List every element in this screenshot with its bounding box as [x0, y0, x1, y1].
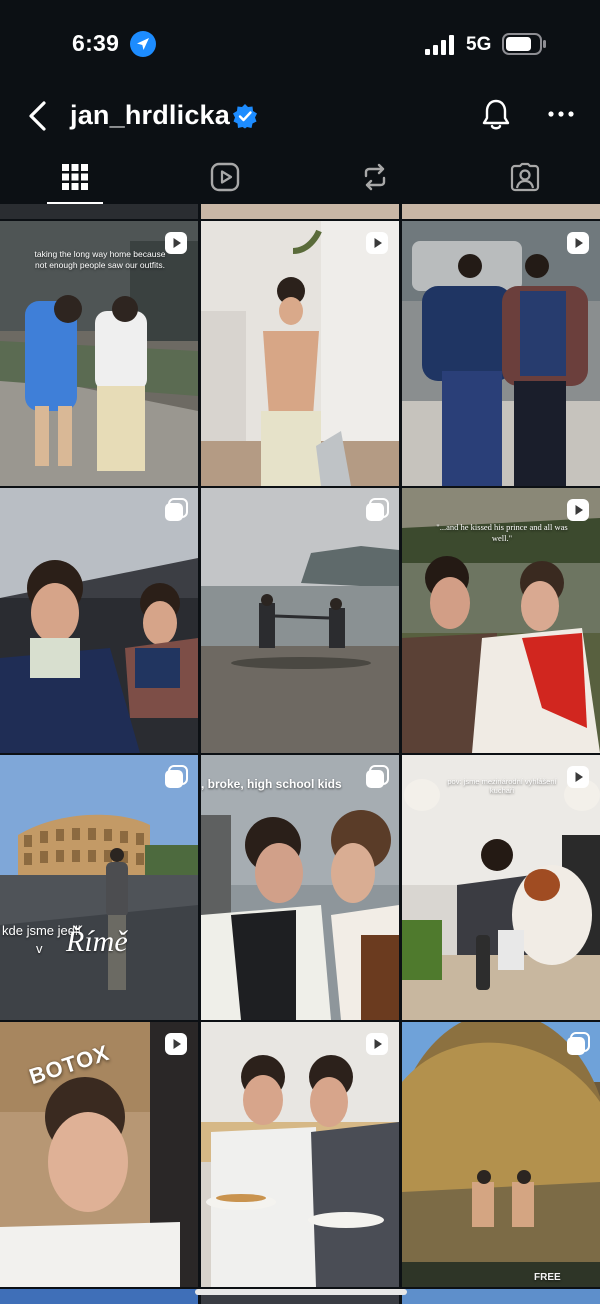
- post-image: [201, 488, 399, 753]
- post-thumbnail[interactable]: [201, 1022, 399, 1287]
- post-thumbnail[interactable]: taking the long way home because not eno…: [0, 221, 198, 486]
- tab-tagged[interactable]: [450, 150, 600, 204]
- post-thumbnail[interactable]: pov: jsme mezinárodní vyhlášení kuchaři: [402, 755, 600, 1020]
- post-thumbnail[interactable]: [402, 221, 600, 486]
- tab-reposts[interactable]: [300, 150, 450, 204]
- carousel-icon: [366, 498, 389, 521]
- post-image: [0, 755, 198, 1020]
- post-caption-line2: v: [36, 941, 43, 956]
- location-arrow-icon: [130, 31, 156, 57]
- reel-icon: [567, 232, 589, 254]
- status-bar: 6:39 5G: [0, 0, 600, 88]
- post-thumbnail-partial[interactable]: [0, 204, 198, 219]
- post-thumbnail[interactable]: BOTOX: [0, 1022, 198, 1287]
- reel-icon: [165, 1033, 187, 1055]
- reel-icon: [567, 766, 589, 788]
- post-thumbnail[interactable]: [201, 221, 399, 486]
- carousel-icon: [165, 498, 188, 521]
- reel-icon: [567, 499, 589, 521]
- post-image: [201, 1022, 399, 1287]
- carousel-icon: [366, 765, 389, 788]
- post-thumbnail[interactable]: [201, 488, 399, 753]
- post-image: [402, 221, 600, 486]
- battery-icon: [502, 33, 546, 55]
- post-caption: FREE: [534, 1272, 561, 1283]
- post-caption: taking the long way home because not eno…: [34, 249, 166, 270]
- home-indicator[interactable]: [195, 1289, 407, 1295]
- post-thumbnail-partial[interactable]: [201, 204, 399, 219]
- post-caption: "...and he kissed his prince and all was…: [436, 522, 568, 543]
- post-image: [0, 488, 198, 753]
- network-type: 5G: [466, 34, 492, 55]
- notifications-bell-icon[interactable]: [480, 98, 512, 132]
- tab-reels[interactable]: [150, 150, 300, 204]
- carousel-icon: [165, 765, 188, 788]
- post-thumbnail[interactable]: FREE: [402, 1022, 600, 1287]
- profile-content-tabs: [0, 150, 600, 204]
- more-options-icon[interactable]: [548, 108, 574, 120]
- post-thumbnail[interactable]: [0, 488, 198, 753]
- post-thumbnail-partial[interactable]: [402, 1289, 600, 1304]
- post-caption: pov: jsme mezinárodní vyhlášení kuchaři: [447, 777, 557, 795]
- profile-username: jan_hrdlicka: [70, 100, 230, 130]
- back-chevron-icon[interactable]: [26, 100, 50, 132]
- post-image: [201, 755, 399, 1020]
- post-thumbnail-partial[interactable]: [0, 1289, 198, 1304]
- repost-icon: [364, 163, 386, 191]
- post-thumbnail[interactable]: "...and he kissed his prince and all was…: [402, 488, 600, 753]
- post-caption-script: Římě: [66, 925, 128, 958]
- reel-icon: [366, 232, 388, 254]
- carousel-icon: [567, 1032, 590, 1055]
- reels-icon: [210, 162, 240, 192]
- profile-header: jan_hrdlicka: [0, 88, 600, 144]
- post-image: [201, 221, 399, 486]
- cellular-signal-icon: [425, 35, 454, 55]
- reel-icon: [165, 232, 187, 254]
- post-image: [402, 1022, 600, 1287]
- verified-badge-icon: [233, 104, 257, 129]
- post-thumbnail[interactable]: kde jsme jedli v Římě: [0, 755, 198, 1020]
- reel-icon: [366, 1033, 388, 1055]
- post-thumbnail[interactable]: , broke, high school kids: [201, 755, 399, 1020]
- posts-grid: taking the long way home because not eno…: [0, 204, 600, 1304]
- grid-icon: [62, 164, 88, 190]
- status-time: 6:39: [72, 30, 120, 56]
- tagged-person-icon: [510, 162, 540, 192]
- tab-posts-grid[interactable]: [0, 150, 150, 204]
- post-thumbnail-partial[interactable]: [402, 204, 600, 219]
